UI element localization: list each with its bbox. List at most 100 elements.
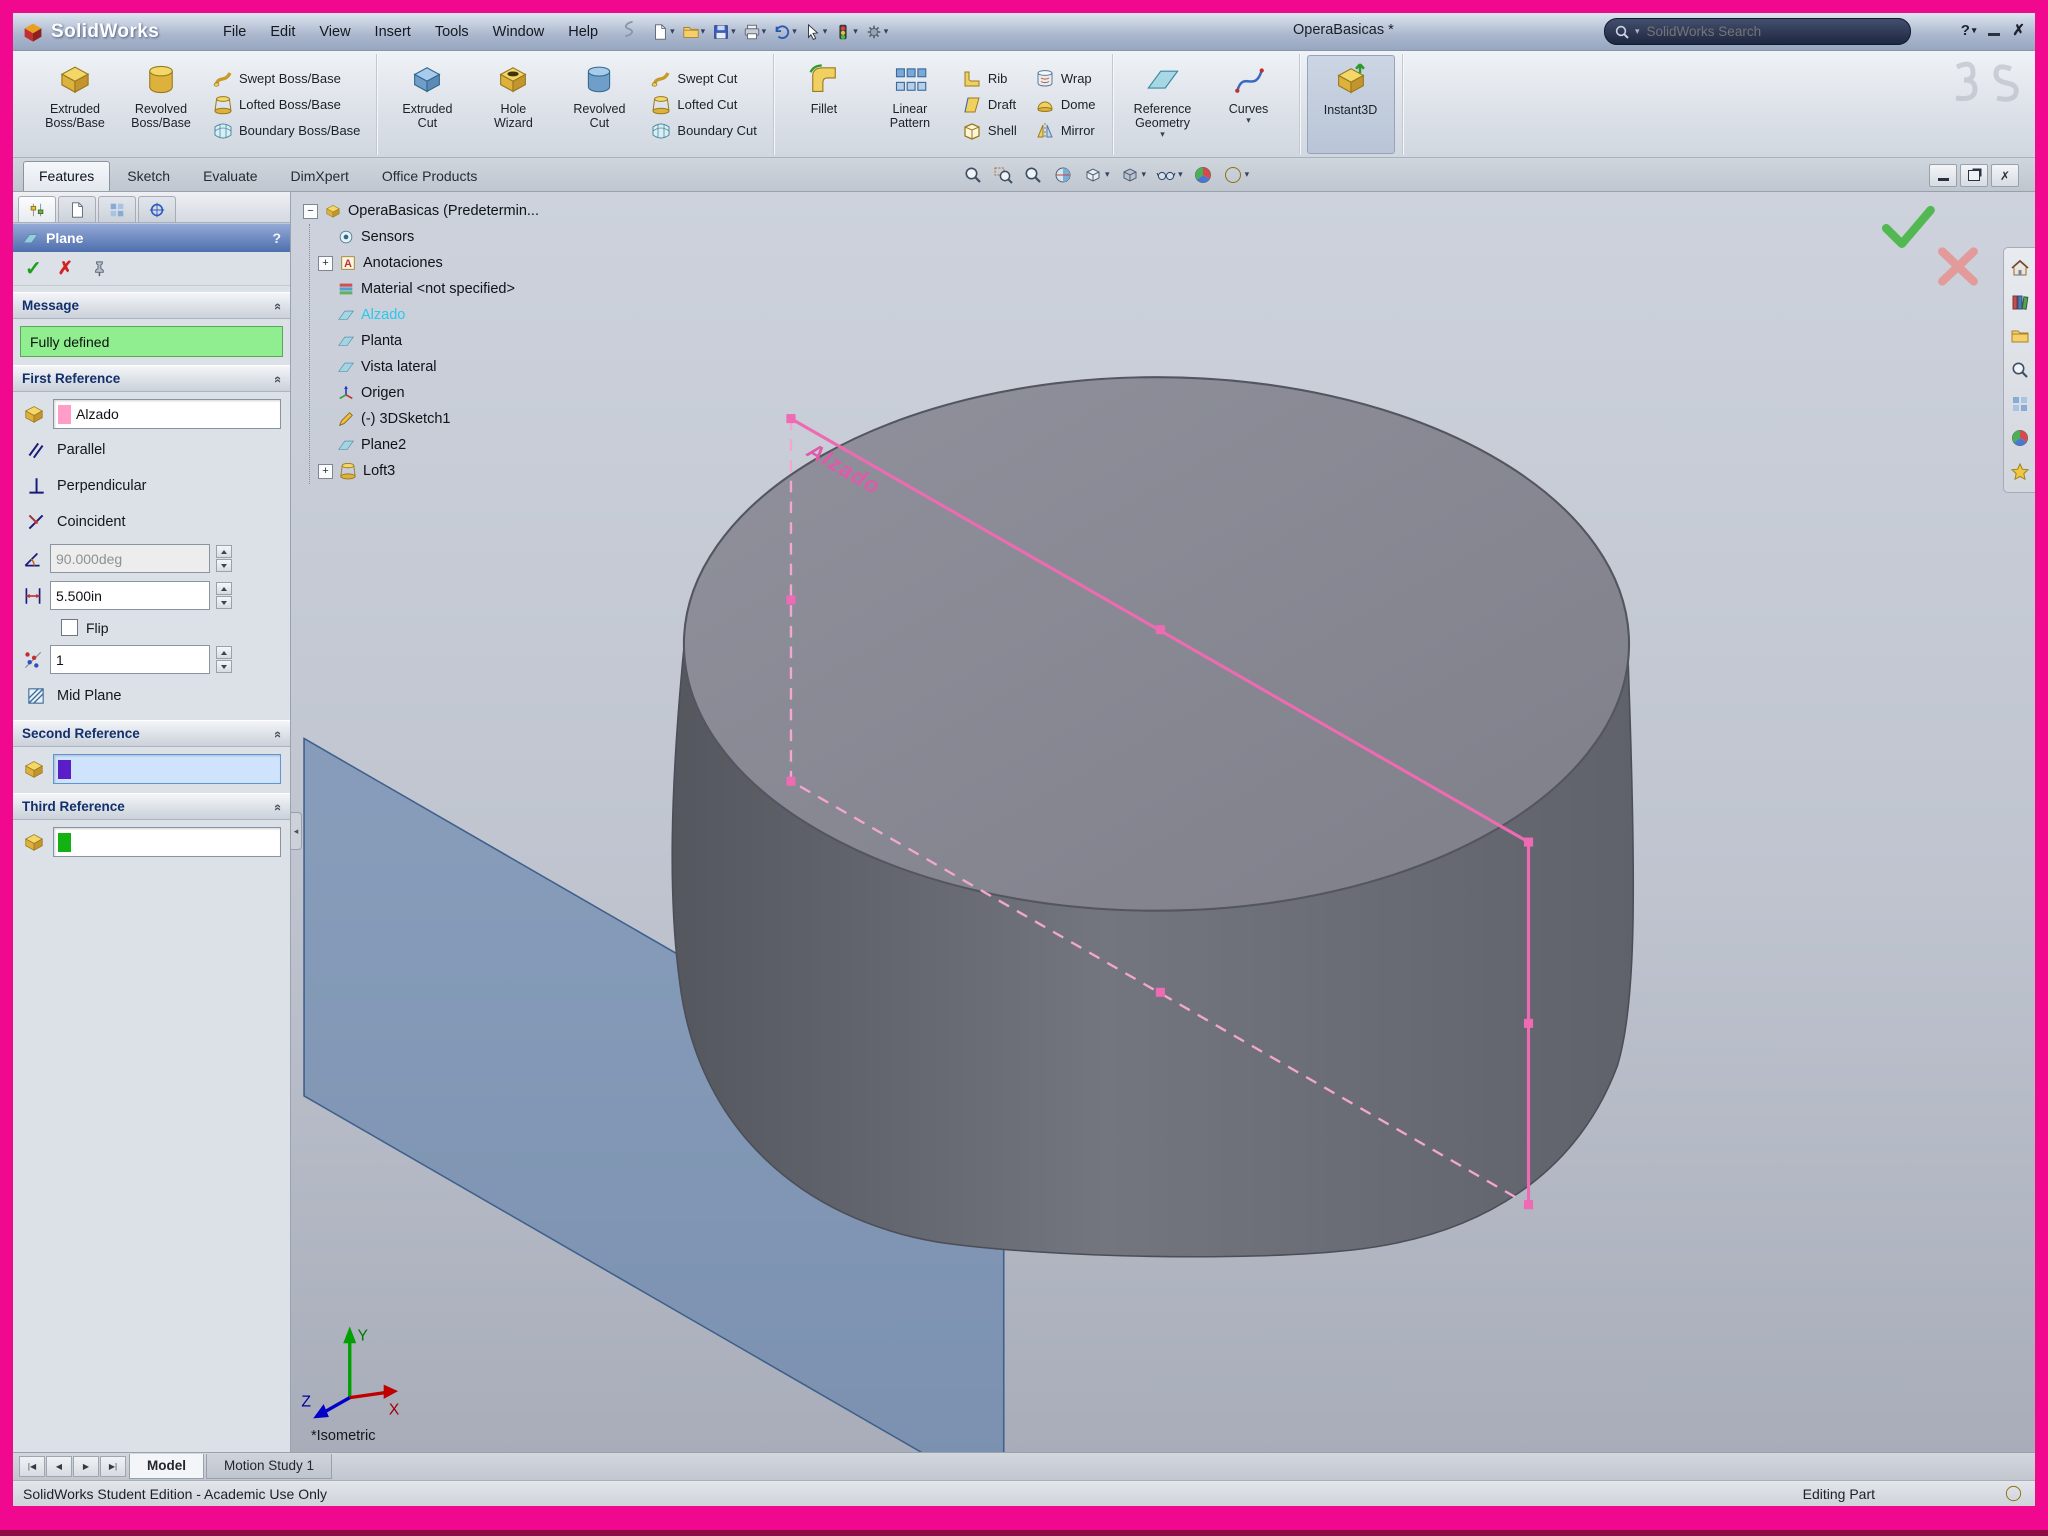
pin-icon[interactable] bbox=[89, 259, 108, 278]
view-orientation-button[interactable]: ▾ bbox=[1080, 162, 1113, 187]
distance-input[interactable] bbox=[50, 581, 210, 610]
count-spinner[interactable] bbox=[216, 646, 232, 673]
close-button[interactable]: ✗ bbox=[2012, 21, 2025, 39]
confirm-cancel-x-icon[interactable] bbox=[1942, 252, 1973, 282]
tree-item-plane2[interactable]: Plane2 bbox=[318, 432, 539, 458]
swept-cut-button[interactable]: Swept Cut bbox=[647, 68, 761, 90]
view-palette-button[interactable] bbox=[2008, 392, 2032, 416]
cancel-button[interactable]: ✗ bbox=[58, 258, 73, 279]
mirror-button[interactable]: Mirror bbox=[1031, 120, 1100, 142]
file-explorer-button[interactable] bbox=[2008, 324, 2032, 348]
panel-splitter-handle[interactable]: ◂ bbox=[291, 812, 302, 850]
third-reference-input[interactable] bbox=[53, 827, 281, 857]
apply-scene-button[interactable]: ▾ bbox=[1220, 162, 1253, 187]
search-scope-caret[interactable]: ▾ bbox=[1635, 26, 1640, 37]
previous-view-button[interactable] bbox=[1020, 162, 1046, 187]
boundary-cut-button[interactable]: Boundary Cut bbox=[647, 120, 761, 142]
save-button[interactable]: ▾ bbox=[709, 19, 739, 45]
last-tab-button[interactable]: ▶| bbox=[100, 1456, 126, 1477]
revolved-boss-button[interactable]: Revolved Boss/Base bbox=[118, 55, 204, 154]
wrap-button[interactable]: Wrap bbox=[1031, 68, 1100, 90]
tree-item-vista-lateral[interactable]: Vista lateral bbox=[318, 354, 539, 380]
third-reference-section-header[interactable]: Third Reference « bbox=[13, 793, 290, 820]
menu-view[interactable]: View bbox=[307, 19, 362, 45]
tab-dimxpert[interactable]: DimXpert bbox=[275, 161, 365, 191]
motion-study-tab[interactable]: Motion Study 1 bbox=[206, 1454, 332, 1479]
custom-properties-button[interactable] bbox=[2008, 460, 2032, 484]
search-input[interactable] bbox=[1645, 23, 1901, 40]
minimize-button[interactable] bbox=[1988, 33, 2000, 36]
zoom-to-fit-button[interactable] bbox=[960, 162, 986, 187]
draft-button[interactable]: Draft bbox=[958, 94, 1021, 116]
parallel-option[interactable]: Parallel bbox=[13, 432, 290, 468]
shell-button[interactable]: Shell bbox=[958, 120, 1021, 142]
tab-office-products[interactable]: Office Products bbox=[366, 161, 493, 191]
previous-tab-button[interactable]: ◀ bbox=[46, 1456, 72, 1477]
reference-geometry-button[interactable]: Reference Geometry ▾ bbox=[1120, 55, 1206, 154]
menu-insert[interactable]: Insert bbox=[363, 19, 423, 45]
configuration-manager-tab[interactable] bbox=[98, 196, 136, 222]
section-view-button[interactable] bbox=[1050, 162, 1076, 187]
first-reference-input[interactable]: Alzado bbox=[53, 399, 281, 429]
design-library-button[interactable] bbox=[2008, 290, 2032, 314]
lofted-boss-button[interactable]: Lofted Boss/Base bbox=[209, 94, 364, 116]
rib-button[interactable]: Rib bbox=[958, 68, 1021, 90]
tab-sketch[interactable]: Sketch bbox=[111, 161, 186, 191]
edit-appearance-button[interactable] bbox=[1190, 162, 1216, 187]
doc-minimize-button[interactable] bbox=[1929, 164, 1957, 187]
extruded-cut-button[interactable]: Extruded Cut bbox=[384, 55, 470, 154]
doc-restore-button[interactable] bbox=[1960, 164, 1988, 187]
select-button[interactable]: ▾ bbox=[801, 19, 831, 45]
first-reference-section-header[interactable]: First Reference « bbox=[13, 365, 290, 392]
graphics-viewport[interactable]: Alzado Y X Z bbox=[291, 192, 2035, 1452]
rebuild-button[interactable]: ▾ bbox=[831, 19, 861, 45]
search-box[interactable]: ▾ bbox=[1604, 18, 1911, 45]
open-document-button[interactable]: ▾ bbox=[679, 19, 709, 45]
expand-box-icon[interactable]: + bbox=[318, 256, 333, 271]
instant3d-button[interactable]: Instant3D bbox=[1307, 55, 1395, 154]
hide-show-items-button[interactable]: ▾ bbox=[1153, 162, 1186, 187]
flip-checkbox[interactable] bbox=[61, 619, 78, 636]
tree-item-sensors[interactable]: Sensors bbox=[318, 224, 539, 250]
menu-file[interactable]: File bbox=[211, 19, 258, 45]
angle-spinner[interactable] bbox=[216, 545, 232, 572]
second-reference-input[interactable] bbox=[53, 754, 281, 784]
tree-root[interactable]: − OperaBasicas (Predetermin... bbox=[303, 198, 539, 224]
quick-tips-icon[interactable] bbox=[2004, 1484, 2023, 1506]
expand-box-icon[interactable]: + bbox=[318, 464, 333, 479]
tab-evaluate[interactable]: Evaluate bbox=[187, 161, 273, 191]
instance-count-input[interactable] bbox=[50, 645, 210, 674]
undo-button[interactable]: ▾ bbox=[770, 19, 800, 45]
tree-item-loft3[interactable]: + Loft3 bbox=[318, 458, 539, 484]
tree-item-planta[interactable]: Planta bbox=[318, 328, 539, 354]
coincident-option[interactable]: Coincident bbox=[13, 504, 290, 540]
hole-wizard-button[interactable]: Hole Wizard bbox=[470, 55, 556, 154]
menu-help[interactable]: Help bbox=[556, 19, 610, 45]
print-button[interactable]: ▾ bbox=[740, 19, 770, 45]
second-reference-section-header[interactable]: Second Reference « bbox=[13, 720, 290, 747]
message-section-header[interactable]: Message « bbox=[13, 292, 290, 319]
collapse-box-icon[interactable]: − bbox=[303, 204, 318, 219]
doc-close-button[interactable]: ✗ bbox=[1991, 164, 2019, 187]
help-button[interactable]: ?▾ bbox=[1961, 22, 1977, 39]
appearances-button[interactable] bbox=[2008, 426, 2032, 450]
new-document-button[interactable]: ▾ bbox=[648, 19, 678, 45]
fillet-button[interactable]: Fillet bbox=[781, 55, 867, 154]
search-results-button[interactable] bbox=[2008, 358, 2032, 382]
property-manager-tab[interactable] bbox=[18, 196, 56, 222]
tree-item-3dsketch1[interactable]: (-) 3DSketch1 bbox=[318, 406, 539, 432]
tree-item-annotations[interactable]: + Anotaciones bbox=[318, 250, 539, 276]
boundary-boss-button[interactable]: Boundary Boss/Base bbox=[209, 120, 364, 142]
menu-edit[interactable]: Edit bbox=[258, 19, 307, 45]
tree-item-alzado[interactable]: Alzado bbox=[318, 302, 539, 328]
revolved-cut-button[interactable]: Revolved Cut bbox=[556, 55, 642, 154]
dome-button[interactable]: Dome bbox=[1031, 94, 1100, 116]
linear-pattern-button[interactable]: Linear Pattern bbox=[867, 55, 953, 154]
ok-button[interactable]: ✓ bbox=[25, 256, 42, 281]
curves-button[interactable]: Curves ▾ bbox=[1206, 55, 1292, 154]
zoom-to-area-button[interactable] bbox=[990, 162, 1016, 187]
model-tab[interactable]: Model bbox=[129, 1454, 204, 1479]
tree-item-material[interactable]: Material <not specified> bbox=[318, 276, 539, 302]
options-button[interactable]: ▾ bbox=[862, 19, 892, 45]
first-tab-button[interactable]: |◀ bbox=[19, 1456, 45, 1477]
